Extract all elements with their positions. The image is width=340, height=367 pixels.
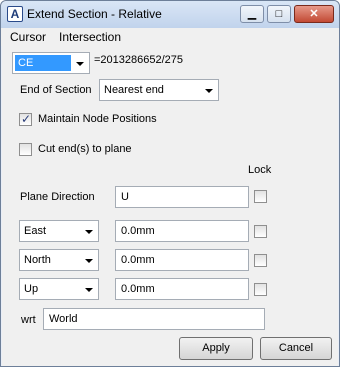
chevron-down-icon: [76, 62, 84, 66]
app-icon: A: [7, 6, 23, 22]
plane-direction-label: Plane Direction: [20, 191, 95, 203]
checkmark-icon: ✓: [21, 112, 32, 126]
title-bar[interactable]: A Extend Section - Relative ▁ □ ✕: [1, 1, 339, 28]
maintain-node-positions-checkbox[interactable]: ✓: [19, 112, 32, 126]
chevron-down-icon: [205, 89, 213, 93]
close-button[interactable]: ✕: [294, 5, 334, 23]
minimize-button[interactable]: ▁: [240, 5, 264, 23]
menu-bar: Cursor Intersection: [1, 28, 339, 46]
element-type-select[interactable]: CE: [12, 52, 90, 74]
lock-header: Lock: [248, 164, 272, 176]
chevron-down-icon: [85, 230, 93, 234]
offset-value-input-up[interactable]: [115, 278, 249, 300]
offset-direction-value: North: [24, 254, 51, 266]
offset-lock-checkbox-up[interactable]: [254, 283, 267, 296]
apply-button[interactable]: Apply: [179, 337, 253, 360]
offset-lock-checkbox-north[interactable]: [254, 254, 267, 267]
wrt-input[interactable]: [43, 308, 265, 330]
end-of-section-select[interactable]: Nearest end: [99, 79, 219, 101]
offset-direction-select-north[interactable]: North: [19, 249, 99, 271]
menu-cursor[interactable]: Cursor: [10, 30, 46, 44]
chevron-down-icon: [85, 288, 93, 292]
offset-lock-checkbox-east[interactable]: [254, 225, 267, 238]
dialog-content: CE =2013286652/275 End of Section Neares…: [2, 46, 338, 366]
cut-ends-checkbox[interactable]: [19, 143, 32, 156]
offset-direction-select-east[interactable]: East: [19, 220, 99, 242]
end-of-section-label: End of Section: [20, 84, 92, 96]
window-title: Extend Section - Relative: [27, 7, 162, 21]
cut-ends-label: Cut end(s) to plane: [38, 143, 132, 155]
offset-direction-value: East: [24, 225, 47, 237]
plane-direction-input[interactable]: [115, 186, 249, 208]
chevron-down-icon: [85, 259, 93, 263]
maximize-button[interactable]: □: [267, 5, 291, 23]
maintain-node-positions-label: Maintain Node Positions: [38, 113, 157, 125]
plane-direction-lock-checkbox[interactable]: [254, 190, 267, 203]
offset-direction-value: Up: [24, 283, 39, 295]
element-type-value: CE: [15, 55, 71, 71]
wrt-label: wrt: [21, 314, 36, 326]
end-of-section-value: Nearest end: [104, 84, 164, 96]
offset-value-input-east[interactable]: [115, 220, 249, 242]
offset-value-input-north[interactable]: [115, 249, 249, 271]
extend-section-window: A Extend Section - Relative ▁ □ ✕ Cursor…: [0, 0, 340, 367]
element-reference: =2013286652/275: [94, 54, 184, 66]
offset-direction-select-up[interactable]: Up: [19, 278, 99, 300]
menu-intersection[interactable]: Intersection: [59, 30, 121, 44]
cancel-button[interactable]: Cancel: [260, 337, 332, 360]
